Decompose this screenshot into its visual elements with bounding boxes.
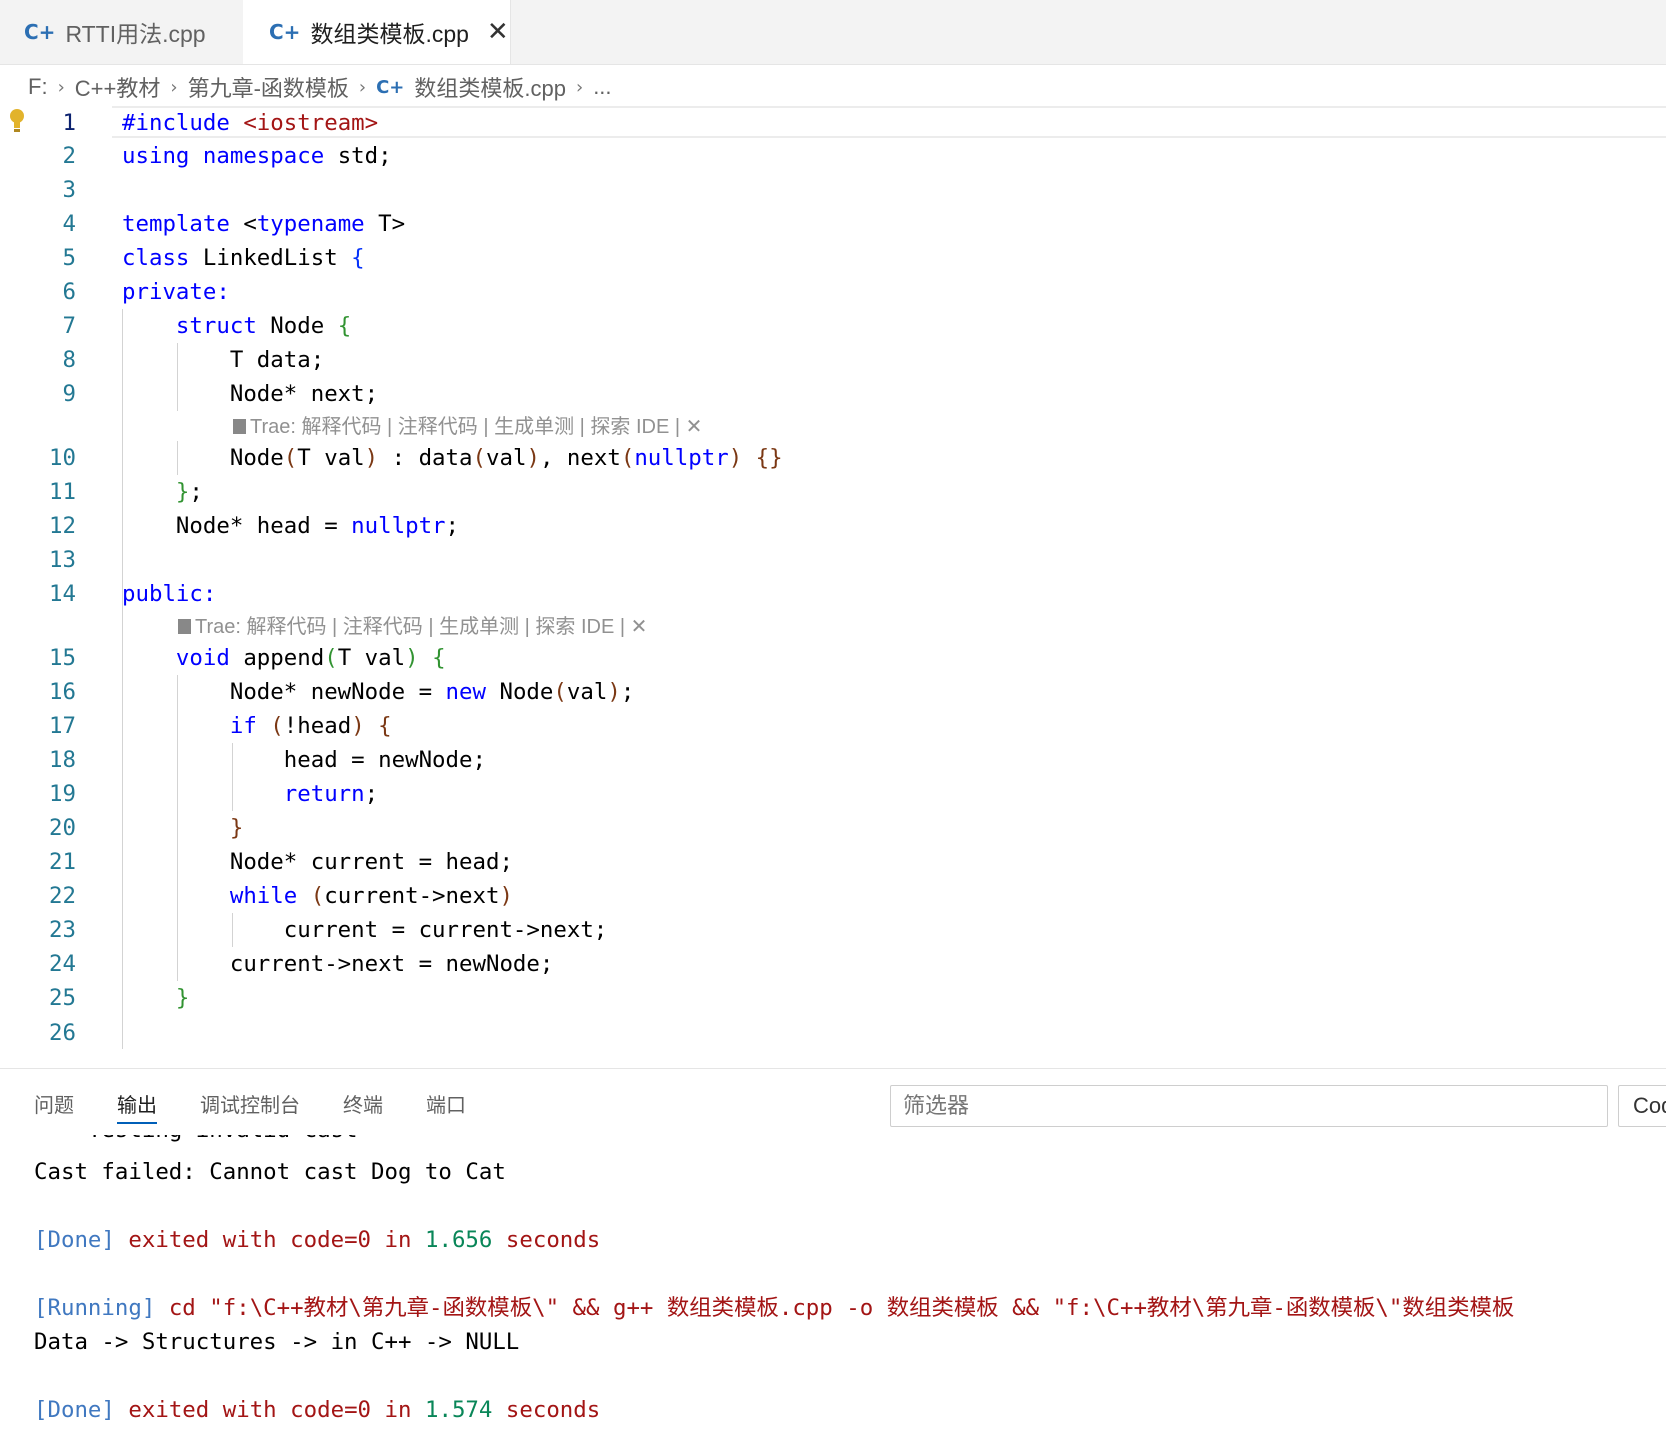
chevron-right-icon: ›	[57, 76, 65, 98]
chevron-right-icon: ›	[358, 76, 367, 98]
line-number: 5	[62, 245, 76, 271]
code-line[interactable]: private:	[122, 275, 230, 309]
line-number: 15	[49, 645, 76, 671]
line-number: 4	[62, 211, 76, 237]
code-line[interactable]: Node* newNode = new Node(val);	[122, 675, 634, 709]
code-line[interactable]: Node* next;	[122, 377, 378, 411]
tab-ports[interactable]: 端口	[426, 1090, 466, 1122]
line-number: 8	[62, 347, 76, 373]
output-channel-select[interactable]: Code	[1618, 1085, 1666, 1127]
code-line[interactable]: };	[122, 475, 203, 509]
code-line[interactable]: template <typename T>	[122, 207, 405, 241]
trae-icon	[233, 419, 246, 434]
output-line: --- Testing invalid cast ---	[34, 1135, 411, 1145]
breadcrumb-item[interactable]: C++教材	[75, 71, 161, 103]
code-line[interactable]: T data;	[122, 343, 324, 377]
cpp-file-icon: C+	[376, 76, 405, 98]
output-done-line: [Done] exited with code=0 in 1.656 secon…	[34, 1227, 601, 1253]
codelens-trae[interactable]: Trae: 解释代码 | 注释代码 | 生成单测 | 探索 IDE | ✕	[233, 413, 702, 441]
code-line[interactable]: struct Node {	[122, 309, 351, 343]
tab-label: 数组类模板.cpp	[310, 21, 469, 47]
code-line[interactable]: void append(T val) {	[122, 641, 446, 675]
trae-icon	[178, 619, 191, 634]
line-number: 22	[49, 883, 76, 909]
line-number: 13	[49, 547, 76, 573]
tab-debug-console[interactable]: 调试控制台	[200, 1090, 300, 1122]
tab-terminal[interactable]: 终端	[343, 1090, 383, 1122]
breadcrumb-item[interactable]: 数组类模板.cpp	[414, 71, 566, 103]
code-line[interactable]: using namespace std;	[122, 139, 392, 173]
line-number: 9	[62, 381, 76, 407]
code-line[interactable]: head = newNode;	[122, 743, 486, 777]
tab-array-template[interactable]: C+ 数组类模板.cpp ✕	[243, 0, 511, 64]
line-number: 12	[49, 513, 76, 539]
breadcrumb-item[interactable]: 第九章-函数模板	[188, 71, 349, 103]
tab-problems[interactable]: 问题	[34, 1090, 74, 1122]
code-line[interactable]: public:	[122, 577, 216, 611]
line-number: 23	[49, 917, 76, 943]
code-line[interactable]: Node* current = head;	[122, 845, 513, 879]
code-line[interactable]: class LinkedList {	[122, 241, 365, 275]
code-line[interactable]: current = current->next;	[122, 913, 608, 947]
line-number: 21	[49, 849, 76, 875]
line-number: 19	[49, 781, 76, 807]
breadcrumb-item[interactable]: F:	[28, 74, 48, 100]
line-number: 25	[49, 985, 76, 1011]
cpp-file-icon: C+	[269, 20, 301, 44]
line-number: 24	[49, 951, 76, 977]
codelens-actions[interactable]: 解释代码 | 注释代码 | 生成单测 | 探索 IDE |	[302, 416, 686, 438]
line-number: 14	[49, 581, 76, 607]
line-number: 7	[62, 313, 76, 339]
code-line[interactable]: current->next = newNode;	[122, 947, 554, 981]
breadcrumb-item[interactable]: ...	[593, 74, 611, 100]
output-line: Data -> Structures -> in C++ -> NULL	[34, 1329, 520, 1355]
code-line[interactable]: if (!head) {	[122, 709, 392, 743]
codelens-actions[interactable]: 解释代码 | 注释代码 | 生成单测 | 探索 IDE |	[247, 616, 631, 638]
breadcrumb: F: › C++教材 › 第九章-函数模板 › C+ 数组类模板.cpp › .…	[28, 68, 612, 106]
line-number: 16	[49, 679, 76, 705]
line-number: 2	[62, 143, 76, 169]
filter-input[interactable]: 筛选器	[890, 1085, 1608, 1127]
close-icon[interactable]: ✕	[631, 616, 648, 638]
code-line[interactable]: return;	[122, 777, 378, 811]
tab-label: RTTI用法.cpp	[65, 21, 206, 47]
output-done-line: [Done] exited with code=0 in 1.574 secon…	[34, 1397, 601, 1423]
line-number: 18	[49, 747, 76, 773]
line-number: 6	[62, 279, 76, 305]
editor-tab-bar: C+ RTTI用法.cpp C+ 数组类模板.cpp ✕	[0, 0, 1666, 65]
tab-output[interactable]: 输出	[117, 1090, 157, 1124]
chevron-right-icon: ›	[575, 76, 584, 98]
line-number: 17	[49, 713, 76, 739]
code-line[interactable]: Node(T val) : data(val), next(nullptr) {…	[122, 441, 783, 475]
codelens-prefix: Trae:	[195, 616, 247, 638]
line-number: 10	[49, 445, 76, 471]
code-line[interactable]: Node* head = nullptr;	[122, 509, 459, 543]
line-number: 11	[49, 479, 76, 505]
line-number: 3	[62, 177, 76, 203]
line-number: 26	[49, 1020, 76, 1046]
codelens-trae[interactable]: Trae: 解释代码 | 注释代码 | 生成单测 | 探索 IDE | ✕	[178, 613, 647, 641]
code-line[interactable]: }	[122, 811, 243, 845]
output-scroll-clip: --- Testing invalid cast ---	[0, 1135, 1666, 1145]
chevron-right-icon: ›	[170, 76, 178, 98]
output-line: Cast failed: Cannot cast Dog to Cat	[34, 1159, 506, 1185]
line-number: 20	[49, 815, 76, 841]
close-icon[interactable]: ✕	[686, 416, 703, 438]
close-icon[interactable]: ✕	[487, 17, 509, 47]
cpp-file-icon: C+	[24, 20, 56, 44]
tab-rtti[interactable]: C+ RTTI用法.cpp	[24, 0, 239, 64]
code-line[interactable]: while (current->next)	[122, 879, 513, 913]
line-number: 1	[62, 110, 76, 136]
codelens-prefix: Trae:	[250, 416, 302, 438]
output-running-line: [Running] cd "f:\C++教材\第九章-函数模板\" && g++…	[34, 1295, 1515, 1321]
code-line[interactable]: #include <iostream>	[122, 106, 378, 140]
code-line[interactable]: }	[122, 981, 189, 1015]
